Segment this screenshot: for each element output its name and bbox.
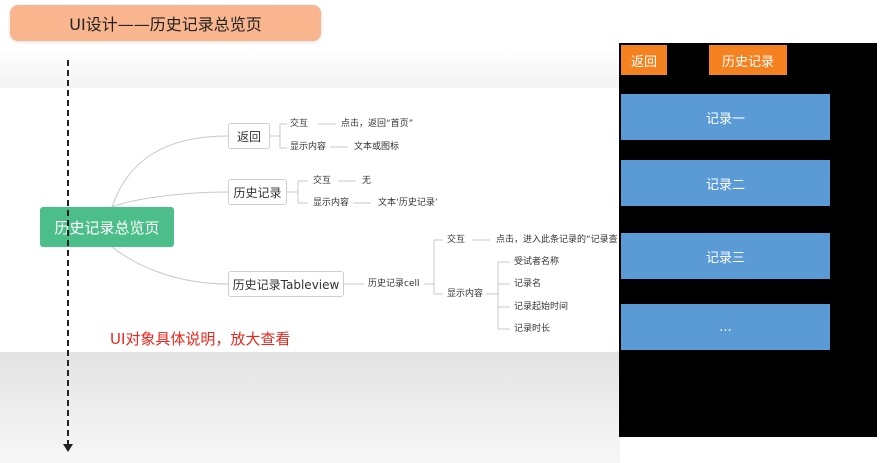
node-tableview: 历史记录Tableview xyxy=(228,271,344,297)
link-display-bracket xyxy=(486,261,510,330)
link-cell-bracket xyxy=(424,239,443,295)
back-interaction-value: 点击，返回“首页” xyxy=(341,119,414,129)
record-item[interactable]: 记录三 xyxy=(621,233,830,279)
display-item: 记录时长 xyxy=(514,324,551,334)
link-root-tableview xyxy=(111,246,229,285)
display-item: 记录起始时间 xyxy=(514,302,569,312)
record-item[interactable]: 记录一 xyxy=(621,94,830,140)
cell-interaction-value: 点击，进入此条记录的“记录查 xyxy=(496,235,618,245)
dashed-timeline xyxy=(67,60,69,446)
back-display-value: 文本或图标 xyxy=(354,142,400,152)
history-interaction-value: 无 xyxy=(362,176,372,186)
root-node: 历史记录总览页 xyxy=(40,207,174,247)
record-item[interactable]: ... xyxy=(621,304,830,350)
history-display-key: 显示内容 xyxy=(313,198,350,208)
back-interaction-key: 交互 xyxy=(290,119,309,129)
history-title-button[interactable]: 历史记录 xyxy=(709,45,787,75)
cell-interaction-key: 交互 xyxy=(447,235,466,245)
phone-screen: 返回 历史记录 记录一 记录二 记录三 ... xyxy=(619,43,877,437)
node-back: 返回 xyxy=(228,123,270,149)
zoom-note: UI对象具体说明，放大查看 xyxy=(110,330,291,348)
back-button[interactable]: 返回 xyxy=(621,45,667,75)
history-interaction-key: 交互 xyxy=(313,176,332,186)
link-history-bracket xyxy=(287,180,308,204)
link-root-back xyxy=(111,135,229,208)
cell-display-key: 显示内容 xyxy=(447,289,484,299)
display-item: 记录名 xyxy=(514,279,542,289)
link-root-history xyxy=(111,191,229,208)
slide: UI设计——历史记录总览页 历史记录总览页 返回 交互 点击，返回“首页” 显示… xyxy=(0,0,883,463)
history-display-value: 文本‘历史记录’ xyxy=(378,198,438,208)
arrow-down-icon xyxy=(63,444,73,452)
node-history: 历史记录 xyxy=(228,179,287,205)
tableview-cell-label: 历史记录cell xyxy=(368,279,420,289)
link-back-bracket xyxy=(270,123,287,149)
display-item: 受试者名称 xyxy=(514,257,560,267)
back-display-key: 显示内容 xyxy=(290,142,327,152)
record-item[interactable]: 记录二 xyxy=(621,160,830,206)
